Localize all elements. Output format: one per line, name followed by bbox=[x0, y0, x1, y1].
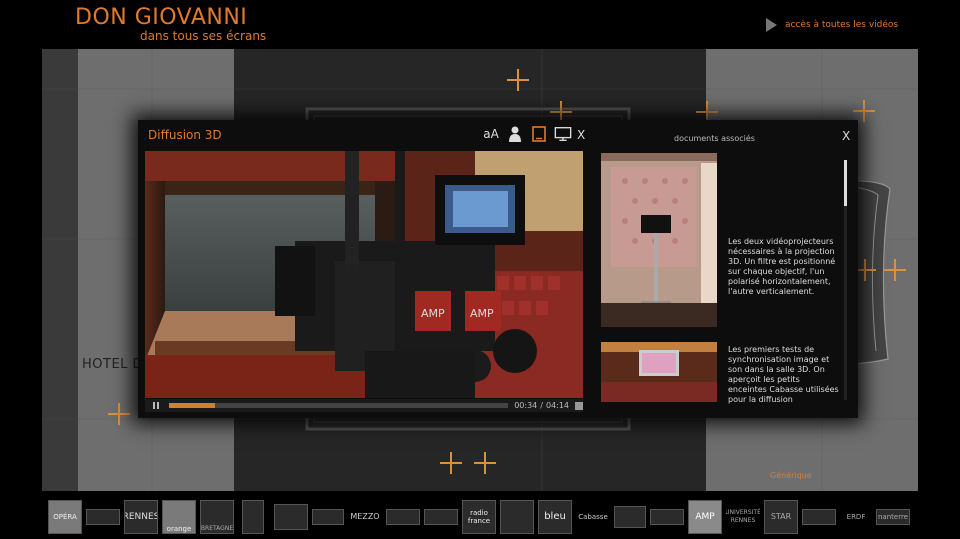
all-videos-label: accès à toutes les vidéos bbox=[785, 20, 899, 30]
projector-photo bbox=[601, 153, 717, 327]
video-modal: Diffusion 3D aA X AMP AMP 00:34 / 04:14 … bbox=[138, 120, 858, 418]
plus-marker bbox=[440, 452, 462, 474]
tablet-icon[interactable] bbox=[530, 125, 548, 143]
partner-logo[interactable] bbox=[242, 500, 264, 534]
partner-logo[interactable]: AMP bbox=[688, 500, 722, 534]
partner-logo[interactable]: Cabasse bbox=[576, 509, 610, 525]
brand-block: DON GIOVANNI dans tous ses écrans bbox=[75, 5, 267, 43]
documents-scrollbar[interactable] bbox=[844, 160, 847, 400]
partner-logo[interactable] bbox=[500, 500, 534, 534]
partner-logo[interactable] bbox=[274, 504, 308, 530]
site-title: DON GIOVANNI bbox=[75, 5, 248, 30]
partner-logo[interactable] bbox=[614, 506, 646, 528]
progress-track[interactable] bbox=[168, 403, 509, 408]
partner-logos: OPÉRA RENNES orange BRETAGNE MEZZO radio… bbox=[46, 500, 914, 536]
partner-logo[interactable]: ERDF bbox=[840, 509, 872, 525]
svg-text:AMP: AMP bbox=[421, 307, 445, 320]
close-documents-button[interactable]: X bbox=[842, 129, 850, 143]
partner-logo[interactable]: nanterre bbox=[876, 509, 910, 525]
partner-logo[interactable]: UNIVERSITÉ RENNES bbox=[726, 500, 760, 534]
svg-text:AMP: AMP bbox=[470, 307, 494, 320]
time-display: 00:34/04:14 bbox=[514, 401, 569, 410]
time-separator: / bbox=[540, 401, 543, 410]
document-caption: Les deux vidéoprojecteurs nécessaires à … bbox=[728, 237, 836, 296]
partner-logo[interactable] bbox=[650, 509, 684, 525]
plus-marker bbox=[853, 100, 875, 122]
partner-logo[interactable]: radio france bbox=[462, 500, 496, 534]
partner-logo[interactable]: BRETAGNE bbox=[200, 500, 234, 534]
document-thumbnail[interactable] bbox=[601, 153, 717, 327]
user-icon[interactable] bbox=[506, 125, 524, 143]
scrollbar-thumb[interactable] bbox=[844, 160, 847, 206]
partner-logo[interactable] bbox=[312, 509, 344, 525]
partner-logo[interactable] bbox=[86, 509, 120, 525]
partner-logo[interactable]: OPÉRA bbox=[48, 500, 82, 534]
screen-test-photo bbox=[601, 342, 717, 402]
partner-logo[interactable]: MEZZO bbox=[348, 509, 382, 525]
partner-logo[interactable]: orange bbox=[162, 500, 196, 534]
partner-logo[interactable] bbox=[802, 509, 836, 525]
view-toolbar: aA bbox=[482, 125, 572, 143]
pause-button[interactable] bbox=[149, 399, 163, 412]
player-controls: 00:34/04:14 bbox=[145, 399, 583, 412]
duration: 04:14 bbox=[545, 401, 570, 410]
partner-logo[interactable]: bleu bbox=[538, 500, 572, 534]
plus-marker bbox=[474, 452, 496, 474]
text-size-icon[interactable]: aA bbox=[482, 125, 500, 143]
current-time: 00:34 bbox=[514, 401, 538, 410]
plus-marker bbox=[108, 403, 130, 425]
partner-logo[interactable] bbox=[386, 509, 420, 525]
text-size-glyph: aA bbox=[483, 127, 499, 141]
desktop-icon[interactable] bbox=[554, 125, 572, 143]
modal-title: Diffusion 3D bbox=[148, 128, 222, 142]
video-player[interactable]: AMP AMP bbox=[145, 151, 583, 398]
fullscreen-button[interactable] bbox=[575, 401, 583, 410]
progress-fill bbox=[168, 403, 215, 408]
plus-marker bbox=[884, 259, 906, 281]
close-video-button[interactable]: X bbox=[577, 128, 585, 142]
all-videos-link[interactable]: accès à toutes les vidéos bbox=[766, 18, 898, 32]
partner-logo[interactable]: RENNES bbox=[124, 500, 158, 534]
partner-logo[interactable]: STAR bbox=[764, 500, 798, 534]
site-subtitle: dans tous ses écrans bbox=[140, 29, 267, 43]
documents-title: documents associés bbox=[674, 134, 755, 143]
document-caption: Les premiers tests de synchronisation im… bbox=[728, 345, 839, 404]
play-icon bbox=[766, 18, 777, 32]
plus-marker bbox=[507, 69, 529, 91]
document-thumbnail[interactable] bbox=[601, 342, 717, 402]
credits-link[interactable]: Générique bbox=[770, 471, 812, 480]
video-frame: AMP AMP bbox=[145, 151, 583, 398]
partner-logo[interactable] bbox=[424, 509, 458, 525]
